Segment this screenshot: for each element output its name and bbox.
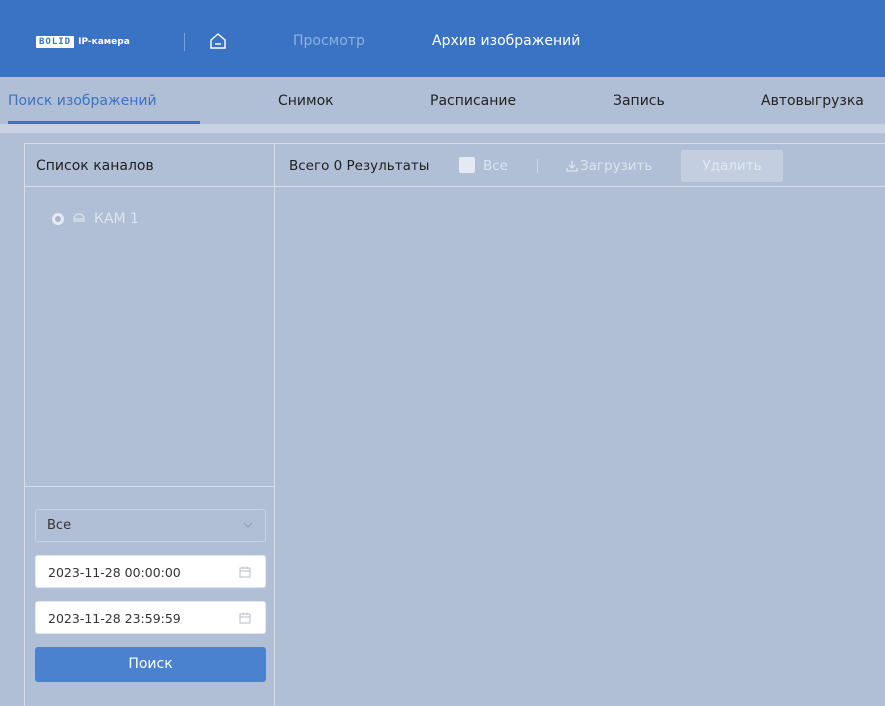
start-time-value: 2023-11-28 00:00:00 — [48, 565, 181, 580]
home-icon[interactable] — [208, 31, 228, 51]
calendar-icon[interactable] — [239, 566, 251, 578]
header-divider — [184, 33, 185, 51]
channel-radio[interactable] — [52, 213, 64, 225]
select-all-checkbox[interactable] — [459, 157, 475, 173]
channel-panel-header: Список каналов — [24, 143, 275, 187]
nav-image-archive[interactable]: Архив изображений — [432, 33, 580, 49]
delete-button[interactable]: Удалить — [681, 150, 783, 182]
tab-snapshot[interactable]: Снимок — [278, 93, 334, 109]
select-all-label: Все — [483, 158, 508, 174]
toolbar-divider — [537, 159, 538, 173]
tab-image-search[interactable]: Поиск изображений — [8, 93, 157, 109]
chevron-down-icon — [243, 522, 253, 528]
channel-item[interactable]: КАМ 1 — [52, 211, 139, 227]
type-filter-value: Все — [47, 518, 72, 533]
tab-recording[interactable]: Запись — [613, 93, 665, 109]
dome-camera-icon — [73, 213, 85, 222]
download-icon — [566, 161, 578, 172]
section-separator — [0, 124, 885, 133]
results-panel — [275, 143, 885, 706]
nav-view[interactable]: Просмотр — [293, 33, 365, 49]
end-time-value: 2023-11-28 23:59:59 — [48, 611, 181, 626]
calendar-icon[interactable] — [239, 612, 251, 624]
results-count: Всего 0 Результаты — [289, 158, 430, 174]
logo-brand: BOLID — [36, 36, 75, 48]
brand-logo: BOLID IP-камера — [36, 35, 130, 49]
left-panel-divider — [24, 486, 275, 487]
channel-list-title: Список каналов — [36, 158, 154, 174]
channel-label: КАМ 1 — [94, 211, 139, 227]
tab-auto-upload[interactable]: Автовыгрузка — [761, 93, 864, 109]
tab-schedule[interactable]: Расписание — [430, 93, 516, 109]
download-button[interactable]: Загрузить — [566, 158, 652, 174]
tab-bar: Поиск изображений Снимок Расписание Запи… — [0, 77, 885, 124]
logo-text: IP-камера — [78, 37, 130, 47]
end-time-field[interactable]: 2023-11-28 23:59:59 — [35, 601, 266, 634]
search-button[interactable]: Поиск — [35, 647, 266, 682]
download-label: Загрузить — [580, 158, 653, 174]
start-time-field[interactable]: 2023-11-28 00:00:00 — [35, 555, 266, 588]
top-bar: BOLID IP-камера Просмотр Архив изображен… — [0, 0, 885, 77]
type-filter-select[interactable]: Все — [35, 509, 266, 542]
